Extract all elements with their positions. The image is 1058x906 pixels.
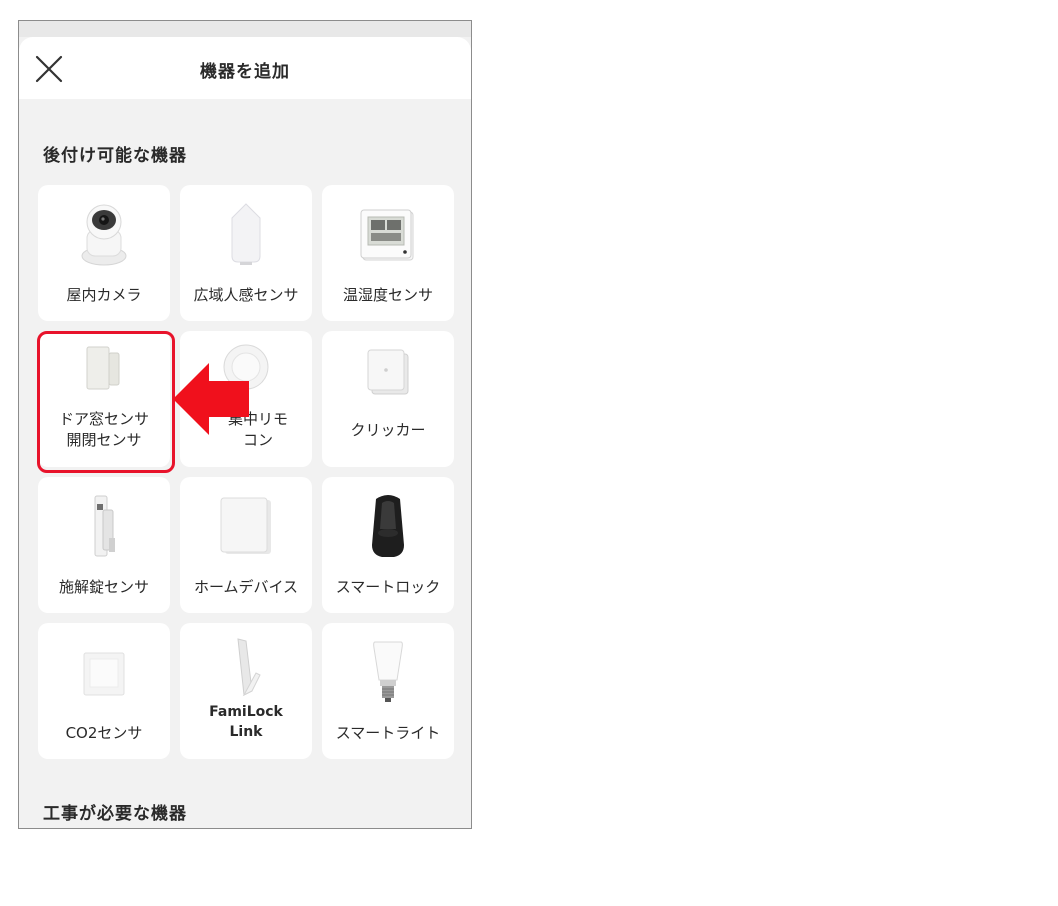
indoor-camera-icon: [81, 204, 127, 266]
device-label: ドア窓センサ 開閉センサ: [58, 410, 149, 449]
device-card-co2-sensor[interactable]: CO2センサ: [38, 623, 170, 759]
thermo-hygrometer-icon: [360, 209, 414, 261]
smart-lock-icon: [372, 495, 404, 557]
smart-light-icon: [373, 641, 403, 702]
device-card-thermo-hygrometer[interactable]: 温湿度センサ: [322, 185, 454, 321]
device-card-smart-light[interactable]: スマートライト: [322, 623, 454, 759]
device-label: ホームデバイス: [193, 577, 299, 596]
device-label: クリッカー: [350, 420, 426, 439]
familock-link-icon: [237, 638, 261, 697]
device-label: スマートライト: [335, 723, 441, 742]
device-card-motion-sensor[interactable]: 広域人感センサ: [180, 185, 312, 321]
device-label: CO2センサ: [65, 723, 143, 742]
modal-header: 機器を追加: [19, 37, 471, 99]
app-screen: 機器を追加 後付け可能な機器 屋内カメラ 広域人感センサ 温湿度センサ ドア窓セ…: [18, 20, 472, 829]
device-card-smart-lock[interactable]: スマートロック: [322, 477, 454, 613]
page-title: 機器を追加: [200, 62, 290, 82]
co2-sensor-icon: [83, 652, 125, 696]
lock-sensor-icon: [94, 495, 115, 557]
device-card-indoor-camera[interactable]: 屋内カメラ: [38, 185, 170, 321]
motion-sensor-icon: [231, 203, 261, 265]
status-strip: [19, 21, 471, 37]
device-card-clicker[interactable]: クリッカー: [322, 331, 454, 467]
device-label: 屋内カメラ: [66, 285, 142, 304]
door-window-sensor-icon: [86, 346, 120, 390]
section-title-retrofit: 後付け可能な機器: [43, 146, 187, 166]
device-card-familock-link[interactable]: FamiLock Link: [180, 623, 312, 759]
section-title-installation: 工事が必要な機器: [43, 804, 187, 824]
clicker-icon: [367, 349, 409, 395]
red-arrow-icon: [173, 363, 249, 435]
device-card-home-device[interactable]: ホームデバイス: [180, 477, 312, 613]
device-card-door-window-sensor[interactable]: ドア窓センサ 開閉センサ: [38, 331, 170, 467]
device-label: 広域人感センサ: [193, 285, 299, 304]
device-card-lock-sensor[interactable]: 施解錠センサ: [38, 477, 170, 613]
device-label: 温湿度センサ: [342, 285, 433, 304]
device-label: FamiLock Link: [209, 704, 283, 740]
device-label: スマートロック: [335, 577, 441, 596]
home-device-icon: [220, 497, 271, 554]
device-label: 施解錠センサ: [58, 577, 149, 596]
